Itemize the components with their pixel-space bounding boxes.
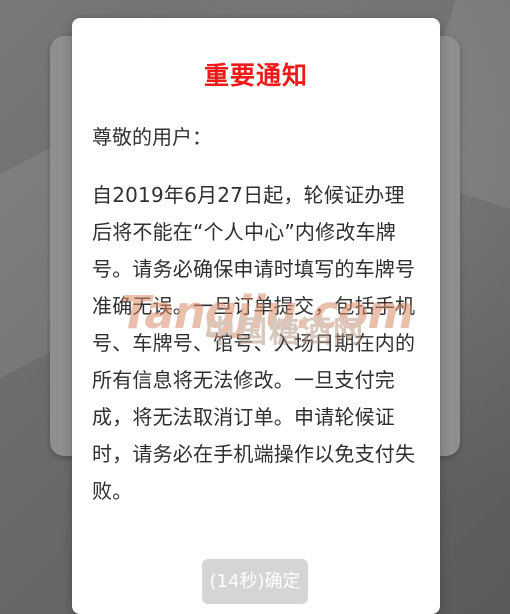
notice-message: 自2019年6月27日起，轮候证办理后将不能在“个人中心”内修改车牌号。请务必确… <box>92 183 416 503</box>
countdown-label: (14秒) <box>209 571 265 592</box>
confirm-button[interactable]: (14秒)确定 <box>202 559 308 604</box>
greeting-text: 尊敬的用户： <box>92 125 212 149</box>
dialog-title: 重要通知 <box>203 61 308 90</box>
confirm-label: 确定 <box>264 571 301 592</box>
notice-dialog: 重要通知 尊敬的用户： 自2019年6月27日起，轮候证办理后将不能在“个人中心… <box>72 18 440 614</box>
